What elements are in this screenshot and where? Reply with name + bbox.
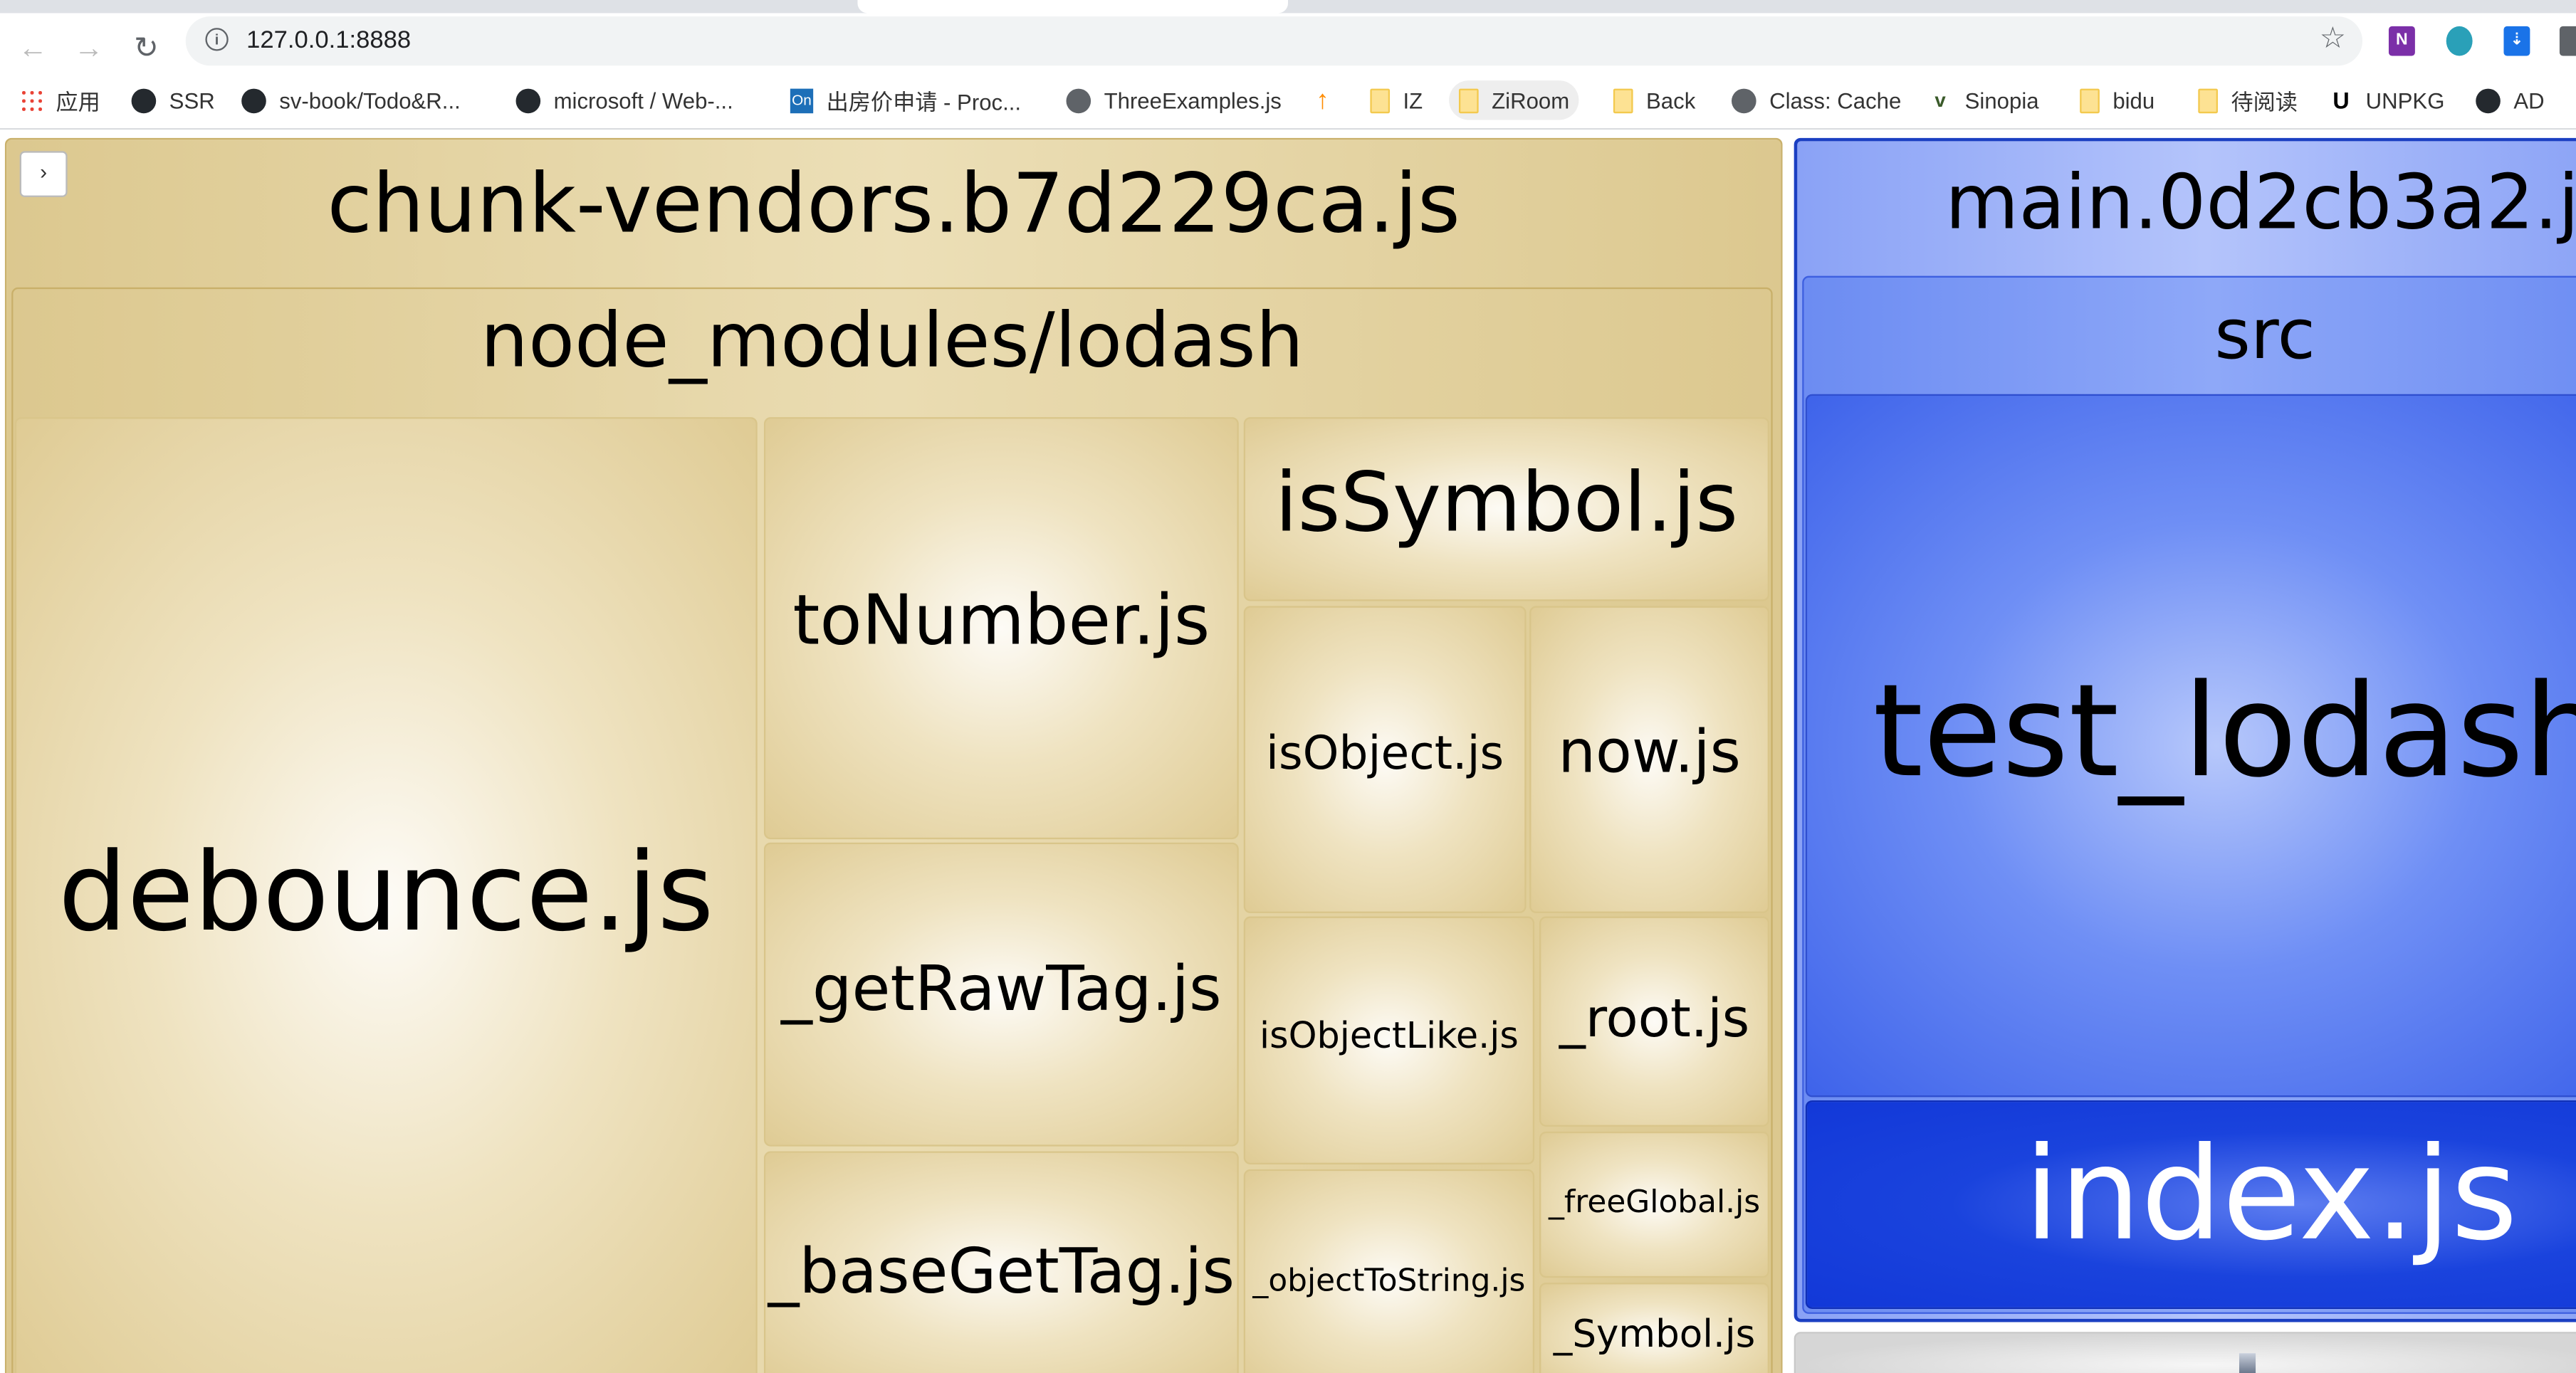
bookmark-label: Back	[1646, 88, 1696, 113]
bookmark-label: Class: Cache	[1769, 88, 1902, 113]
getrawtag-label: _getRawTag.js	[781, 952, 1222, 1025]
download-extension-icon[interactable]: ⇣	[2503, 26, 2530, 56]
tab-active[interactable]	[857, 0, 1289, 14]
github-icon	[241, 88, 266, 113]
bookmark-label: sv-book/Todo&R...	[279, 88, 461, 113]
address-bar[interactable]: i 127.0.0.1:8888 ☆	[185, 16, 2363, 66]
isobject-label: isObject.js	[1266, 725, 1504, 781]
apps-icon	[19, 88, 43, 113]
freeglobal-cell[interactable]: _freeGlobal.js	[1539, 1131, 1770, 1278]
bookmark-label: ZiRoom	[1492, 88, 1570, 113]
bookmark-sv-book[interactable]: sv-book/Todo&R...	[235, 80, 467, 120]
arrow-up-icon: ↑	[1316, 86, 1329, 115]
unpkg-icon: U	[2332, 86, 2350, 113]
freeglobal-label: _freeGlobal.js	[1548, 1184, 1761, 1221]
globe-icon	[1731, 88, 1756, 113]
url-text[interactable]: 127.0.0.1:8888	[246, 26, 411, 54]
bookmark-label: 应用	[56, 90, 100, 115]
isobjectlike-cell[interactable]: isObjectLike.js	[1243, 916, 1535, 1164]
extension-icon[interactable]	[2446, 26, 2473, 56]
bookmark-ad[interactable]: AD	[2469, 80, 2551, 120]
onenote-extension-icon[interactable]: N	[2388, 26, 2415, 56]
test-lodash-cell[interactable]: test_lodash.js	[1805, 394, 2576, 1098]
src-label: src	[2214, 294, 2315, 375]
tonumber-label: toNumber.js	[792, 579, 1210, 661]
isobject-cell[interactable]: isObject.js	[1243, 606, 1527, 913]
index-label: index.js	[2023, 1121, 2518, 1270]
issymbol-cell[interactable]: isSymbol.js	[1243, 417, 1770, 601]
bookmark-label: microsoft / Web-...	[553, 88, 733, 113]
puzzle-extension-icon[interactable]	[2559, 26, 2576, 56]
globe-icon	[1066, 88, 1091, 113]
folder-icon	[2080, 88, 2100, 113]
index-cell[interactable]: index.js	[1805, 1100, 2576, 1309]
info-icon[interactable]: i	[205, 28, 229, 51]
bookmark-star-icon[interactable]: ☆	[2320, 21, 2346, 56]
bookmark-bidu[interactable]: bidu	[2073, 80, 2162, 120]
folder-icon	[1613, 88, 1633, 113]
back-icon[interactable]: ←	[16, 33, 49, 63]
forward-icon[interactable]: →	[73, 33, 105, 63]
root-label: _root.js	[1559, 987, 1750, 1050]
bookmark-label: AD	[2513, 88, 2545, 113]
now-cell[interactable]: now.js	[1529, 606, 1770, 913]
root-cell[interactable]: _root.js	[1539, 916, 1770, 1127]
bookmark-back[interactable]: Back	[1607, 80, 1702, 120]
bookmark-iz[interactable]: IZ	[1363, 80, 1429, 120]
tab-strip	[0, 0, 2576, 14]
now-label: now.js	[1558, 719, 1741, 787]
bookmark-label: bidu	[2112, 88, 2155, 113]
debounce-label: debounce.js	[58, 829, 714, 956]
github-icon	[2476, 88, 2501, 113]
tab-inactive[interactable]	[0, 0, 854, 14]
bookmark-label: ThreeExamples.js	[1104, 88, 1282, 113]
issymbol-label: isSymbol.js	[1274, 455, 1739, 550]
sinopia-icon: v	[1934, 88, 1946, 111]
github-icon	[131, 88, 157, 113]
objecttostring-label: _objectToString.js	[1252, 1263, 1526, 1300]
chunk-icon	[2239, 1353, 2256, 1373]
bookmark-sinopia[interactable]: v Sinopia	[1922, 80, 2046, 120]
bookmark-toread[interactable]: 待阅读	[2192, 80, 2304, 120]
symbol-label: _Symbol.js	[1553, 1313, 1756, 1357]
bookmark-label: Sinopia	[1964, 88, 2039, 113]
chunk-vendors-label: chunk-vendors.b7d229ca.js	[327, 156, 1461, 252]
folder-icon	[2198, 88, 2218, 113]
basegettag-cell[interactable]: _baseGetTag.js	[763, 1151, 1239, 1373]
folder-icon	[1370, 88, 1391, 113]
isobjectlike-label: isObjectLike.js	[1260, 1016, 1519, 1058]
bookmark-apps[interactable]: 应用	[13, 80, 107, 120]
bookmark-class-cache[interactable]: Class: Cache	[1725, 80, 1908, 120]
bookmark-label: 出房价申请 - Proc...	[826, 90, 1022, 115]
bookmark-label: SSR	[169, 88, 215, 113]
test-lodash-label: test_lodash.js	[1873, 658, 2576, 806]
getrawtag-cell[interactable]: _getRawTag.js	[763, 842, 1239, 1147]
bookmark-ziroom[interactable]: ZiRoom	[1449, 80, 1580, 120]
reload-icon[interactable]: ↻	[130, 33, 162, 63]
objecttostring-cell[interactable]: _objectToString.js	[1243, 1169, 1535, 1373]
sidebar-toggle-button[interactable]: ›	[19, 151, 68, 197]
debounce-cell[interactable]: debounce.js	[14, 417, 758, 1373]
bookmark-unpkg[interactable]: U UNPKG	[2323, 80, 2451, 120]
main-chunk-label: main.0d2cb3a2.js	[1944, 157, 2576, 247]
browser-toolbar: ← → ↻ i 127.0.0.1:8888 ☆ N ⇣	[0, 13, 2576, 73]
bookmark-proc[interactable]: On 出房价申请 - Proc...	[784, 80, 1028, 120]
folder-icon	[1458, 88, 1479, 113]
bookmarks-bar: 应用 SSR sv-book/Todo&R... microsoft / Web…	[0, 72, 2576, 130]
lodash-label: node_modules/lodash	[480, 295, 1304, 384]
bookmark-threeexamples[interactable]: ThreeExamples.js	[1059, 80, 1288, 120]
bookmark-microsoft[interactable]: microsoft / Web-...	[509, 80, 740, 120]
symbol-cell[interactable]: _Symbol.js	[1539, 1283, 1770, 1373]
onenote-icon: On	[790, 88, 814, 113]
tonumber-cell[interactable]: toNumber.js	[763, 417, 1239, 840]
github-icon	[515, 88, 541, 113]
bookmark-label: 待阅读	[2231, 90, 2298, 115]
bookmark-ssr[interactable]: SSR	[125, 80, 221, 120]
bookmark-label: UNPKG	[2365, 88, 2445, 113]
other-chunk-cell[interactable]	[1794, 1332, 2576, 1373]
bookmark-arrow[interactable]: ↑	[1304, 80, 1354, 120]
bookmark-label: IZ	[1403, 88, 1423, 113]
basegettag-label: _baseGetTag.js	[768, 1235, 1235, 1308]
